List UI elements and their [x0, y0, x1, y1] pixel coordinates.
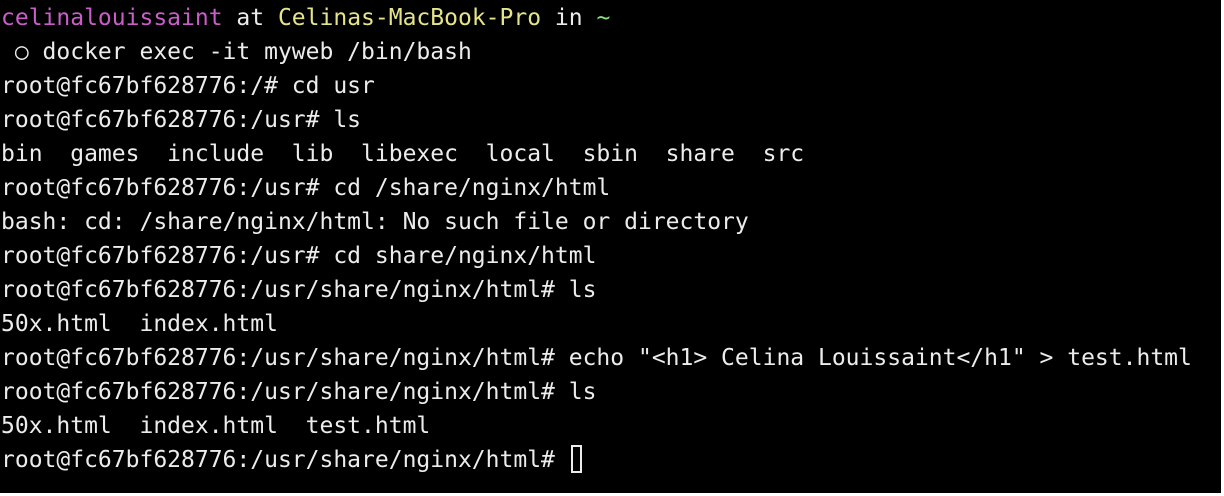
- prompt-host: Celinas-MacBook-Pro: [277, 5, 542, 31]
- text-cursor[interactable]: [570, 444, 582, 473]
- current-prompt-line[interactable]: root@fc67bf628776:/usr/share/nginx/html#: [0, 443, 1221, 477]
- current-prompt: root@fc67bf628776:/usr/share/nginx/html#: [1, 447, 569, 473]
- prompt-header-line: celinalouissaint at Celinas-MacBook-Pro …: [0, 1, 1221, 35]
- prompt-dir: ~: [596, 5, 611, 31]
- terminal-line: root@fc67bf628776:/usr# cd /share/nginx/…: [1, 175, 611, 201]
- terminal-line: root@fc67bf628776:/usr/share/nginx/html#…: [1, 379, 597, 405]
- prompt-in: in: [541, 5, 597, 31]
- terminal-window[interactable]: celinalouissaint at Celinas-MacBook-Pro …: [0, 0, 1221, 493]
- terminal-output: celinalouissaint at Celinas-MacBook-Pro …: [0, 0, 1221, 477]
- prompt-at: at: [222, 5, 278, 31]
- terminal-line: 50x.html index.html test.html: [1, 413, 431, 439]
- prompt-user: celinalouissaint: [1, 5, 223, 31]
- terminal-line: bin games include lib libexec local sbin…: [1, 141, 805, 167]
- terminal-line: root@fc67bf628776:/# cd usr: [1, 73, 375, 99]
- terminal-line: ○ docker exec -it myweb /bin/bash: [1, 39, 472, 65]
- terminal-line: root@fc67bf628776:/usr/share/nginx/html#…: [1, 277, 597, 303]
- terminal-line: 50x.html index.html: [1, 311, 278, 337]
- terminal-line: root@fc67bf628776:/usr/share/nginx/html#…: [1, 345, 1192, 371]
- terminal-line: root@fc67bf628776:/usr# cd share/nginx/h…: [1, 243, 597, 269]
- terminal-line: bash: cd: /share/nginx/html: No such fil…: [1, 209, 749, 235]
- terminal-line: root@fc67bf628776:/usr# ls: [1, 107, 362, 133]
